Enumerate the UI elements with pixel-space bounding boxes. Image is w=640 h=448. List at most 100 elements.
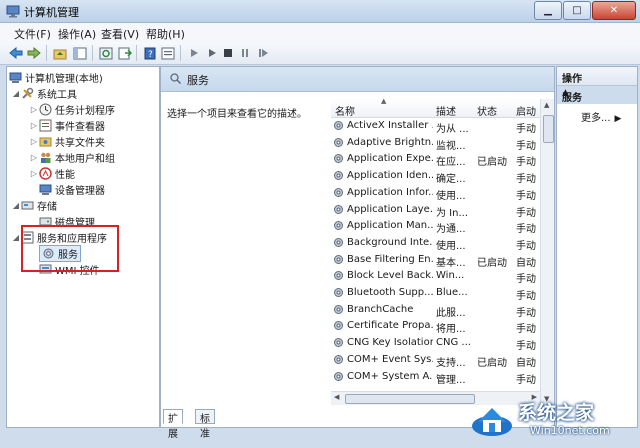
table-row[interactable]: Application Expe... 在应... 已启动 手动 <box>331 151 540 169</box>
collapse-arrow-icon[interactable]: ◢ <box>11 233 21 242</box>
tree-performance[interactable]: ▷ 性能 <box>29 165 75 181</box>
column-header-startup[interactable]: 启动 <box>516 103 536 118</box>
column-header-status[interactable]: 状态 <box>477 103 497 118</box>
actions-section[interactable]: 服务 ▲ <box>557 86 637 104</box>
pause-service-button[interactable] <box>237 45 253 61</box>
service-startup: 手动 <box>516 140 536 152</box>
show-hide-tree-button[interactable] <box>72 45 88 61</box>
scroll-up-icon[interactable]: ▲ <box>544 101 549 109</box>
service-desc: 支持... <box>436 357 466 369</box>
scroll-left-icon[interactable]: ◀ <box>334 393 339 401</box>
service-name: Background Inte... <box>347 236 433 248</box>
table-row[interactable]: Certificate Propa... 将用... 手动 <box>331 318 540 335</box>
help-book-icon: ? <box>144 47 156 60</box>
table-row[interactable]: Base Filtering En... 基本... 已启动 自动 <box>331 252 540 269</box>
tree-task-scheduler[interactable]: ▷ 任务计划程序 <box>29 101 115 117</box>
collapse-arrow-icon[interactable]: ◢ <box>11 89 21 98</box>
service-name: Application Expe... <box>347 153 433 165</box>
help-button[interactable]: ? <box>142 45 158 61</box>
table-row[interactable]: Block Level Back... Win... 手动 <box>331 268 540 285</box>
storage-icon <box>21 201 34 209</box>
up-level-button[interactable] <box>52 45 68 61</box>
tree-device-manager[interactable]: 设备管理器 <box>39 181 105 197</box>
expand-arrow-icon[interactable]: ▷ <box>29 153 39 162</box>
collapse-up-icon[interactable]: ▲ <box>562 88 633 98</box>
service-status: 已启动 <box>477 157 507 169</box>
table-row[interactable]: COM+ Event Sys... 支持... 已启动 自动 <box>331 352 540 369</box>
service-name: Certificate Propa... <box>347 320 433 332</box>
service-gear-icon <box>334 237 343 247</box>
watermark-text: 系统之家 <box>518 402 595 424</box>
service-startup: 手动 <box>516 307 536 319</box>
maximize-button[interactable]: □ <box>563 1 591 20</box>
start-service-button[interactable] <box>186 45 202 61</box>
search-icon <box>170 73 182 85</box>
pane-header: 服务 <box>161 67 554 92</box>
close-button[interactable]: ✕ <box>592 1 636 20</box>
tree-storage[interactable]: ◢ 存储 <box>11 197 57 213</box>
tree-event-viewer[interactable]: ▷ 事件查看器 <box>29 117 105 133</box>
stop-service-button[interactable] <box>220 45 236 61</box>
refresh-button[interactable] <box>98 45 114 61</box>
tab-extended[interactable]: 扩展 <box>163 409 183 440</box>
horizontal-scroll-thumb[interactable] <box>345 394 475 404</box>
more-actions[interactable]: 更多... ▶ <box>581 109 621 124</box>
export-list-button[interactable] <box>117 45 133 61</box>
users-icon <box>41 152 51 163</box>
service-desc: 为从 ... <box>436 124 469 135</box>
vertical-scroll-thumb[interactable] <box>543 115 554 143</box>
table-row[interactable]: Background Inte... 使用... 手动 <box>331 235 540 252</box>
tree-shared-folders[interactable]: ▷ 共享文件夹 <box>29 133 105 149</box>
restart-service-button[interactable] <box>255 45 271 61</box>
table-row[interactable]: Application Iden... 确定... 手动 <box>331 168 540 186</box>
tree-local-users[interactable]: ▷ 本地用户和组 <box>29 149 115 165</box>
service-desc: 使用... <box>436 240 466 252</box>
service-gear-icon <box>334 304 343 314</box>
menu-action[interactable]: 操作(A) <box>58 26 96 42</box>
forward-arrow-icon <box>27 47 41 59</box>
table-row[interactable]: Adaptive Brightn... 监视... 手动 <box>331 135 540 152</box>
tree-root[interactable]: 计算机管理(本地) <box>9 69 103 85</box>
table-row[interactable]: ActiveX Installer ... 为从 ... 手动 <box>331 118 540 135</box>
table-row[interactable]: CNG Key Isolation CNG ... 手动 <box>331 335 540 352</box>
service-gear-icon <box>334 338 343 348</box>
actions-pane: 操作 服务 ▲ 更多... ▶ <box>556 66 638 428</box>
table-row[interactable]: Bluetooth Supp... Blue... 手动 <box>331 285 540 302</box>
service-name: Bluetooth Supp... <box>347 287 433 298</box>
menu-help[interactable]: 帮助(H) <box>146 26 185 42</box>
menu-file[interactable]: 文件(F) <box>14 26 51 42</box>
table-row[interactable]: BranchCache 此服... 手动 <box>331 302 540 319</box>
vertical-scrollbar[interactable]: ▲ ▼ <box>540 99 554 405</box>
close-icon: ✕ <box>609 5 619 16</box>
table-row[interactable]: COM+ System A... 管理... 手动 <box>331 369 540 386</box>
minimize-button[interactable]: ▁ <box>534 1 562 20</box>
folder-up-icon <box>53 49 67 59</box>
back-button[interactable] <box>8 45 24 61</box>
expand-arrow-icon[interactable]: ▷ <box>29 105 39 114</box>
service-desc: CNG ... <box>436 337 471 349</box>
service-gear-icon <box>334 254 343 264</box>
service-desc: Win... <box>436 270 465 282</box>
menu-view[interactable]: 查看(V) <box>101 26 139 42</box>
column-header-description[interactable]: 描述 <box>436 103 456 118</box>
service-startup: 手动 <box>516 174 536 186</box>
collapse-arrow-icon[interactable]: ◢ <box>11 201 21 210</box>
tree-system-tools[interactable]: ◢ 系统工具 <box>11 85 77 101</box>
service-status: 已启动 <box>477 257 507 269</box>
service-desc: 此服... <box>436 307 466 319</box>
properties-button[interactable] <box>160 45 176 61</box>
expand-arrow-icon[interactable]: ▷ <box>29 121 39 130</box>
expand-arrow-icon[interactable]: ▷ <box>29 169 39 178</box>
service-gear-icon <box>334 221 343 231</box>
table-row[interactable]: Application Infor... 使用... 手动 <box>331 185 540 202</box>
forward-button[interactable] <box>26 45 42 61</box>
sort-arrow-icon: ▲ <box>381 99 387 105</box>
service-startup: 手动 <box>516 291 536 302</box>
column-header-name[interactable]: 名称 <box>335 103 355 118</box>
resume-service-button[interactable] <box>204 45 220 61</box>
service-name: Adaptive Brightn... <box>347 136 433 148</box>
tab-standard[interactable]: 标准 <box>195 409 215 440</box>
expand-arrow-icon[interactable]: ▷ <box>29 137 39 146</box>
table-row[interactable]: Application Laye... 为 In... 手动 <box>331 202 540 219</box>
table-row[interactable]: Application Man... 为通... 手动 <box>331 218 540 235</box>
